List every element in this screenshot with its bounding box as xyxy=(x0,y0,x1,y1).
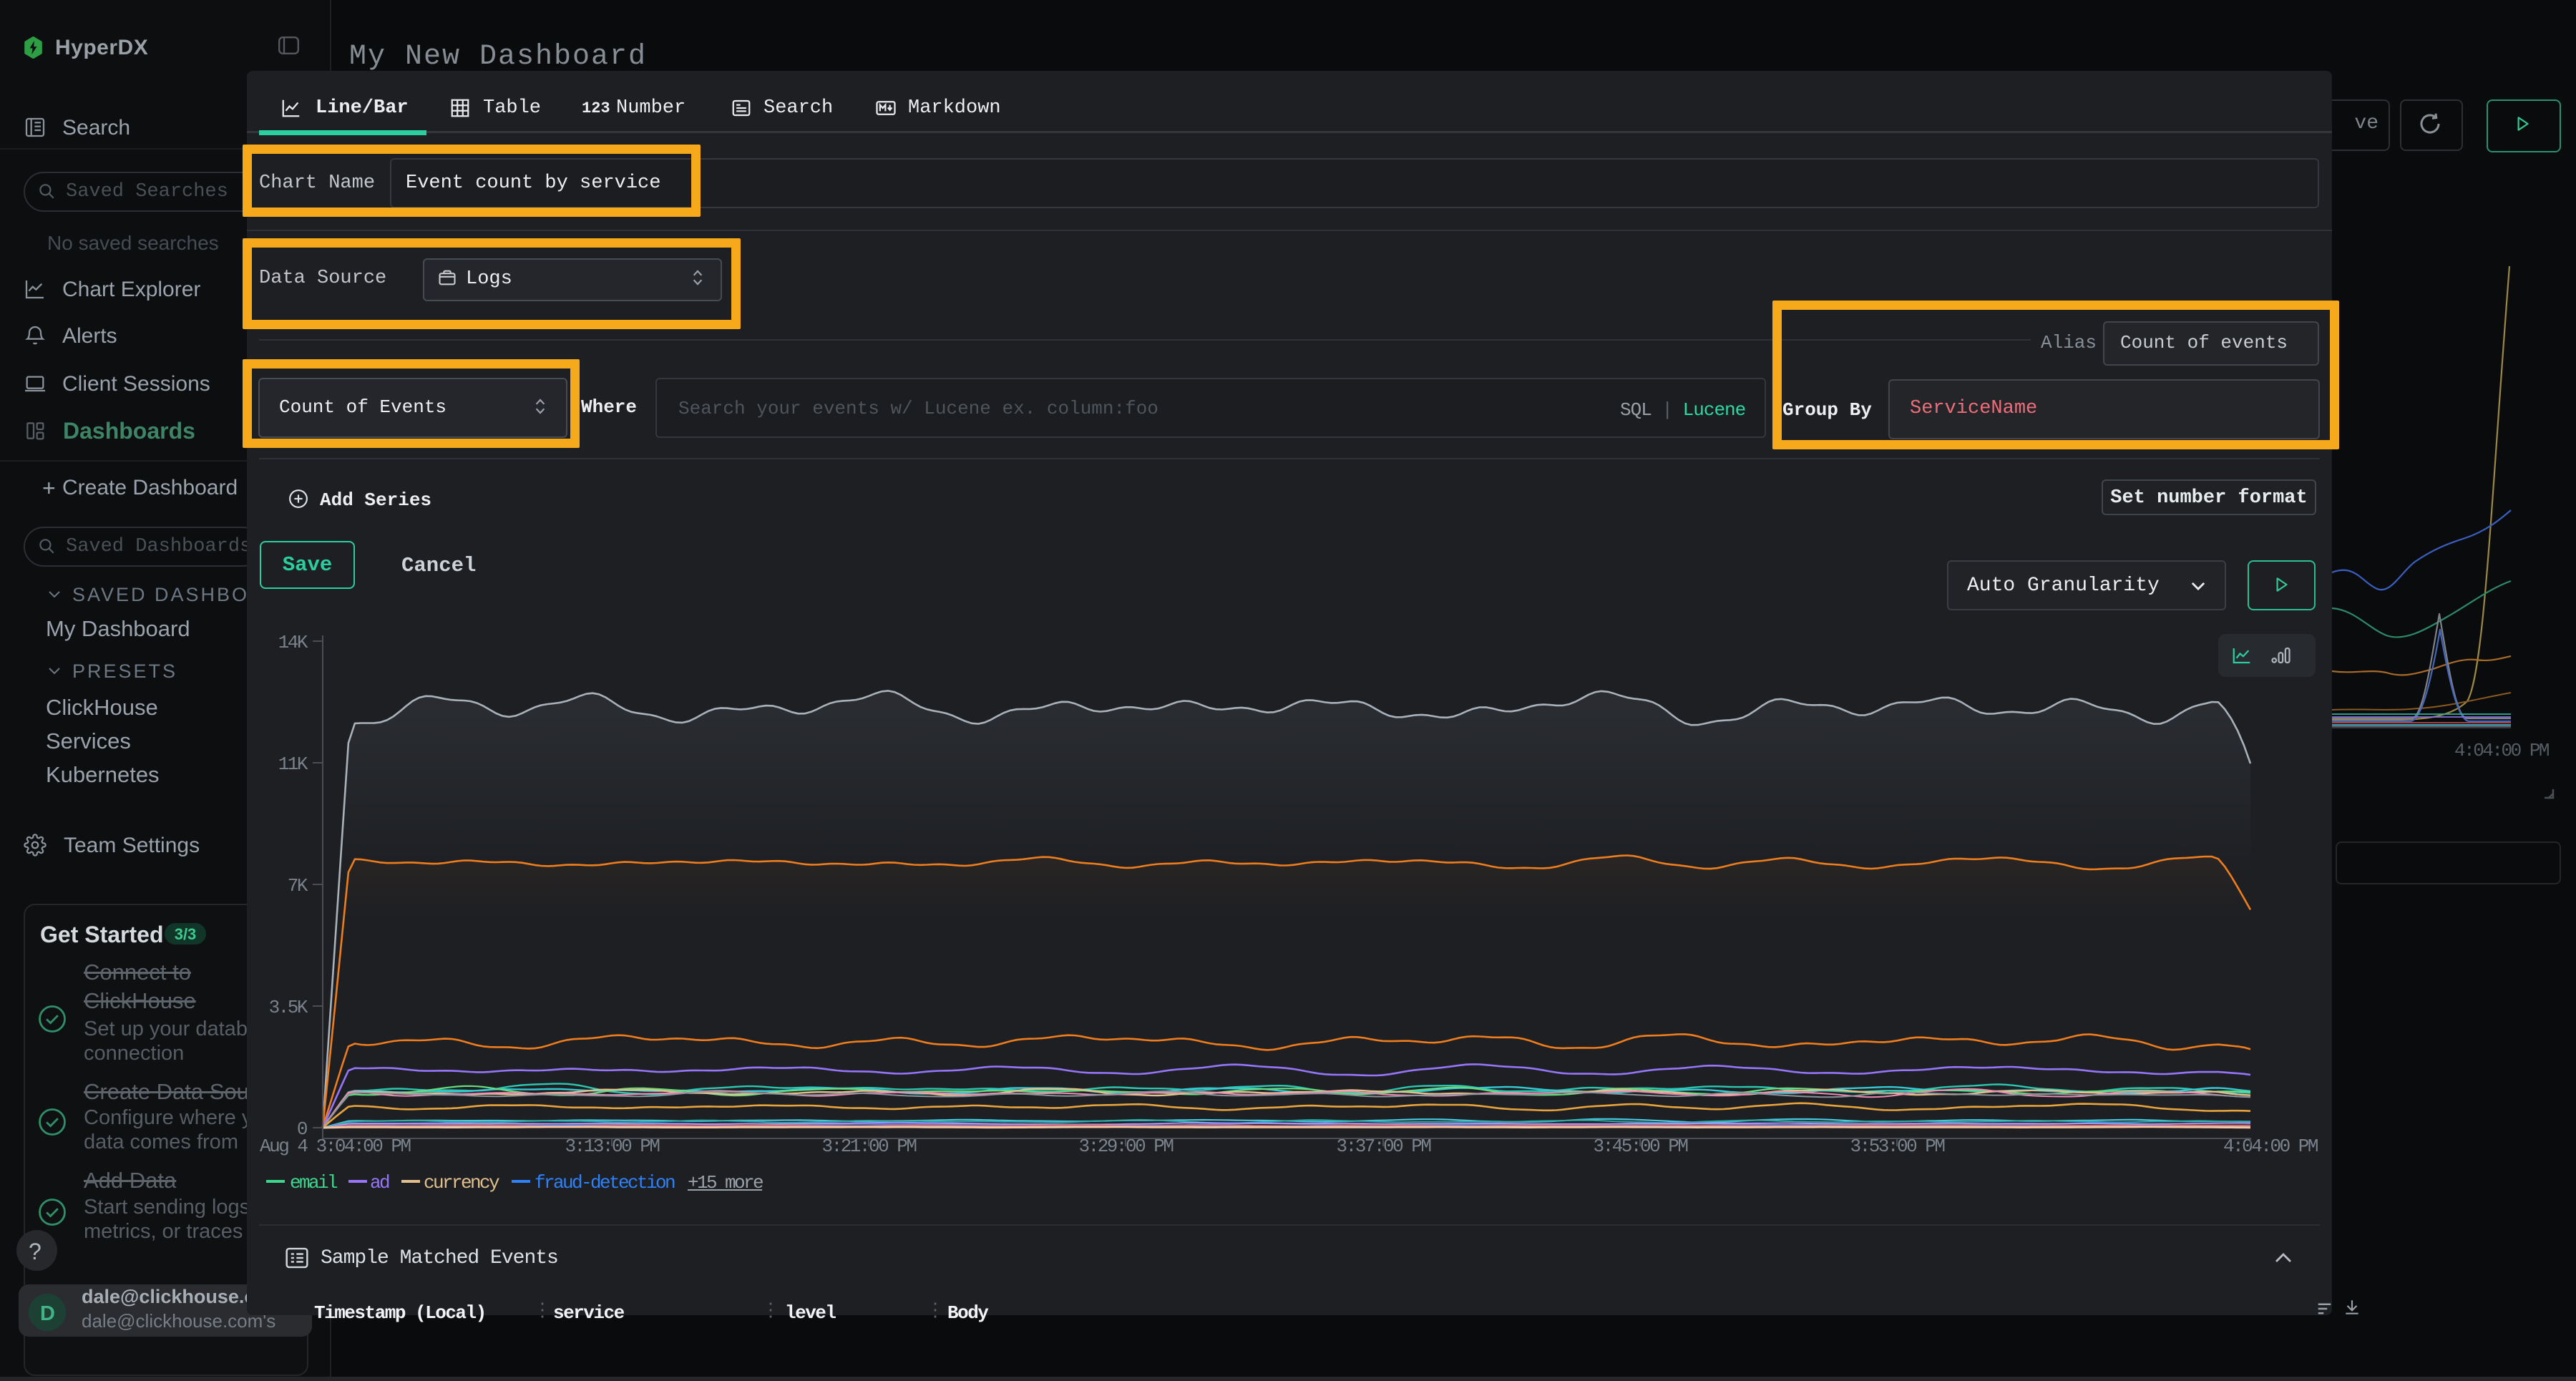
svg-text:3:13:00 PM: 3:13:00 PM xyxy=(565,1136,659,1157)
svg-text:14K: 14K xyxy=(278,632,308,653)
svg-text:4:04:00 PM: 4:04:00 PM xyxy=(2223,1136,2318,1157)
svg-text:3:45:00 PM: 3:45:00 PM xyxy=(1593,1136,1687,1157)
svg-text:3:21:00 PM: 3:21:00 PM xyxy=(821,1136,916,1157)
svg-text:3:53:00 PM: 3:53:00 PM xyxy=(1850,1136,1944,1157)
svg-text:11K: 11K xyxy=(278,753,308,775)
svg-text:Aug 4 3:04:00 PM: Aug 4 3:04:00 PM xyxy=(260,1136,411,1157)
svg-text:3:37:00 PM: 3:37:00 PM xyxy=(1336,1136,1430,1157)
svg-text:7K: 7K xyxy=(288,875,308,897)
svg-text:3:29:00 PM: 3:29:00 PM xyxy=(1078,1136,1173,1157)
svg-text:3.5K: 3.5K xyxy=(269,997,308,1018)
